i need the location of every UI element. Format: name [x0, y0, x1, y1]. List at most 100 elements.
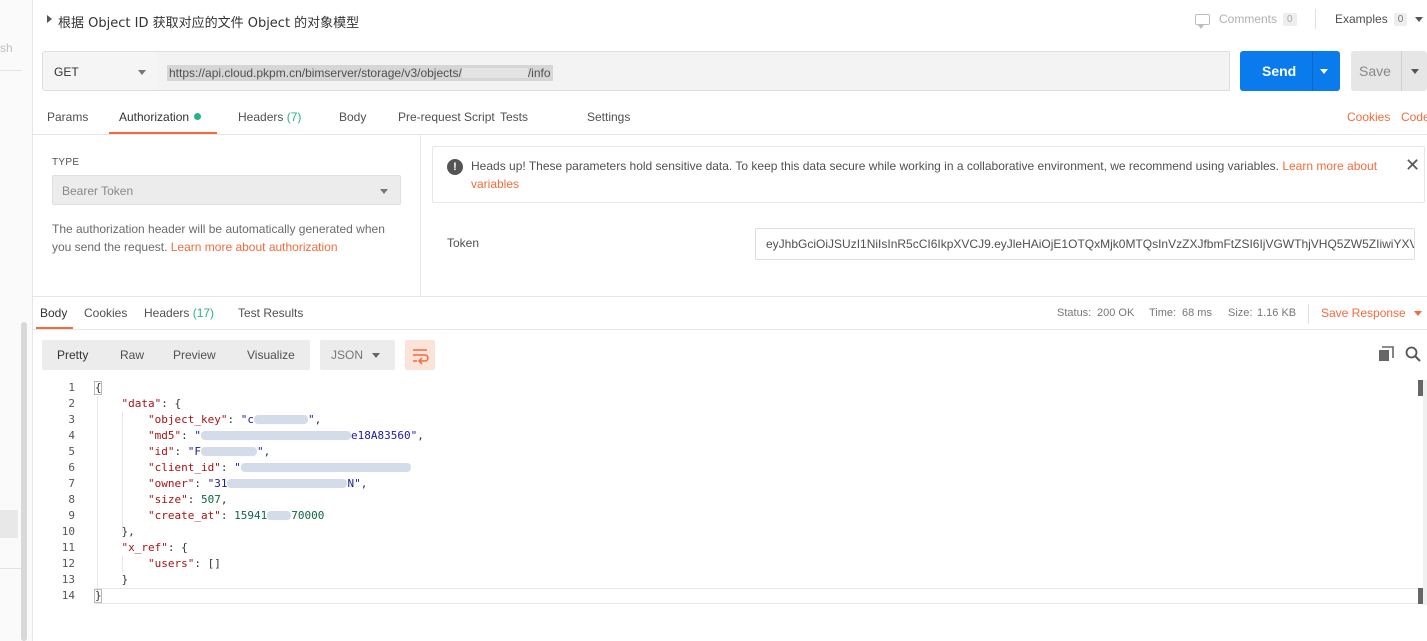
- auth-learn-more-link[interactable]: Learn more about authorization: [171, 240, 338, 254]
- chevron-down-icon: [1415, 16, 1424, 22]
- close-icon[interactable]: ✕: [1405, 155, 1420, 176]
- sidebar-scrollbar[interactable]: [21, 322, 27, 641]
- wrap-lines-icon: [413, 349, 429, 365]
- json-number: 15941: [234, 509, 268, 522]
- cookies-link[interactable]: Cookies: [1347, 110, 1390, 124]
- json-key: "object_key": [147, 413, 228, 426]
- save-response-label: Save Response: [1321, 306, 1406, 320]
- chevron-down-icon: [372, 353, 380, 358]
- save-button[interactable]: Save: [1351, 51, 1427, 91]
- url-value: https://api.cloud.pkpm.cn/bimserver/stor…: [167, 65, 553, 81]
- json-key: "owner": [147, 477, 195, 490]
- token-value: eyJhbGciOiJSUzI1NiIsInR5cCI6IkpXVCJ9.eyJ…: [766, 237, 1415, 251]
- tab-params[interactable]: Params: [47, 110, 88, 124]
- code-text: }: [95, 588, 102, 604]
- code-text: }: [95, 572, 129, 588]
- json-key: "md5": [147, 429, 182, 442]
- url-input[interactable]: https://api.cloud.pkpm.cn/bimserver/stor…: [157, 51, 1230, 91]
- tab-prerequest-script[interactable]: Pre-request Script: [398, 110, 495, 124]
- format-toggle-group: Pretty Raw Preview Visualize: [42, 340, 310, 370]
- language-value: JSON: [331, 348, 364, 362]
- tab-response-cookies[interactable]: Cookies: [84, 306, 127, 320]
- code-text: "md5": " e18A83560",: [147, 429, 424, 442]
- token: }: [121, 573, 129, 586]
- code-link[interactable]: Code: [1401, 110, 1427, 124]
- sidebar-selected-item[interactable]: [0, 510, 18, 538]
- line-number: 8: [68, 493, 75, 506]
- url-bar: GET https://api.cloud.pkpm.cn/bimserver/…: [42, 51, 1427, 91]
- redacted-value: [200, 431, 351, 440]
- tab-headers-label: Headers: [238, 110, 284, 124]
- format-pretty[interactable]: Pretty: [57, 348, 88, 362]
- chevron-down-icon[interactable]: [1411, 69, 1419, 74]
- comments-button[interactable]: Comments 0: [1195, 12, 1297, 29]
- auth-type-value: Bearer Token: [62, 184, 134, 198]
- code-text: "data": {: [95, 396, 182, 412]
- format-raw[interactable]: Raw: [120, 348, 144, 362]
- sidebar-tab-fragment[interactable]: sh: [0, 41, 13, 55]
- sidebar-divider: [0, 568, 22, 569]
- json-number: 70000: [291, 509, 325, 522]
- format-visualize[interactable]: Visualize: [247, 348, 295, 362]
- json-string: ": [194, 429, 201, 442]
- request-title[interactable]: 根据 Object ID 获取对应的文件 Object 的对象模型: [58, 12, 359, 31]
- tab-authorization[interactable]: Authorization: [119, 110, 202, 124]
- method-select[interactable]: GET: [42, 51, 158, 91]
- line-number: 9: [68, 509, 75, 522]
- tab-body[interactable]: Body: [339, 110, 366, 124]
- tab-response-body[interactable]: Body: [40, 306, 67, 320]
- tab-response-headers[interactable]: Headers (17): [144, 306, 214, 320]
- json-string: "31: [207, 477, 228, 490]
- format-preview[interactable]: Preview: [173, 348, 216, 362]
- status-value: 200 OK: [1097, 307, 1135, 319]
- token: : {: [167, 541, 188, 554]
- redacted-value: [240, 463, 411, 472]
- copy-icon[interactable]: [1378, 346, 1394, 362]
- status-dot-icon: [194, 113, 202, 120]
- code-text: "object_key": "c ",: [147, 413, 322, 426]
- code-scrollbar-thumb[interactable]: [1418, 380, 1423, 396]
- code-line: 1{: [33, 380, 1418, 396]
- code-text: "client_id": ": [95, 460, 411, 476]
- code-scrollbar-track[interactable]: [1423, 380, 1427, 605]
- code-text: "create_at": 15941 70000: [147, 509, 325, 522]
- active-tab-indicator: [36, 327, 73, 329]
- code-line: 8 "size": 507,: [33, 492, 1418, 508]
- language-select[interactable]: JSON: [320, 340, 395, 370]
- chevron-down-icon[interactable]: [1320, 69, 1328, 74]
- json-string: "c: [240, 413, 254, 426]
- save-response-dropdown[interactable]: Save Response: [1321, 306, 1422, 320]
- json-string: ": [307, 413, 315, 426]
- tab-response-headers-count: (17): [192, 306, 215, 320]
- auth-type-select[interactable]: Bearer Token: [52, 175, 401, 205]
- request-panel: 根据 Object ID 获取对应的文件 Object 的对象模型 Commen…: [33, 0, 1427, 641]
- send-label: Send: [1262, 63, 1297, 79]
- json-string: ": [234, 461, 241, 474]
- send-button[interactable]: Send: [1240, 51, 1340, 91]
- line-number: 3: [68, 413, 75, 426]
- code-text: "x_ref": {: [95, 540, 188, 556]
- tab-test-results[interactable]: Test Results: [238, 306, 303, 320]
- code-text: {: [95, 380, 102, 396]
- examples-dropdown[interactable]: Examples 0: [1335, 12, 1424, 26]
- tab-tests[interactable]: Tests: [500, 110, 528, 124]
- wrap-lines-button[interactable]: [405, 340, 435, 370]
- code-text: "owner": "31 N",: [147, 477, 368, 490]
- json-key: "users": [147, 557, 195, 570]
- tab-settings[interactable]: Settings: [587, 110, 630, 124]
- token-input[interactable]: eyJhbGciOiJSUzI1NiIsInR5cCI6IkpXVCJ9.eyJ…: [755, 228, 1415, 260]
- tab-headers[interactable]: Headers (7): [238, 110, 301, 124]
- response-body-code[interactable]: 1{ 2 "data": { 3 "object_key": "c ", 4 "m…: [33, 380, 1427, 610]
- code-line: 7 "owner": "31 N",: [33, 476, 1418, 492]
- line-number: 13: [61, 573, 75, 586]
- expand-caret-icon[interactable]: [47, 15, 52, 23]
- json-key: "client_id": [147, 461, 221, 474]
- json-string: e18A83560": [350, 429, 418, 442]
- active-tab-indicator: [109, 132, 217, 134]
- json-key: "data": [121, 397, 162, 410]
- code-line: 13 }: [33, 572, 1418, 588]
- sidebar-divider: [0, 70, 22, 71]
- token: : {: [161, 397, 182, 410]
- line-number: 7: [68, 477, 75, 490]
- search-icon[interactable]: [1405, 346, 1421, 362]
